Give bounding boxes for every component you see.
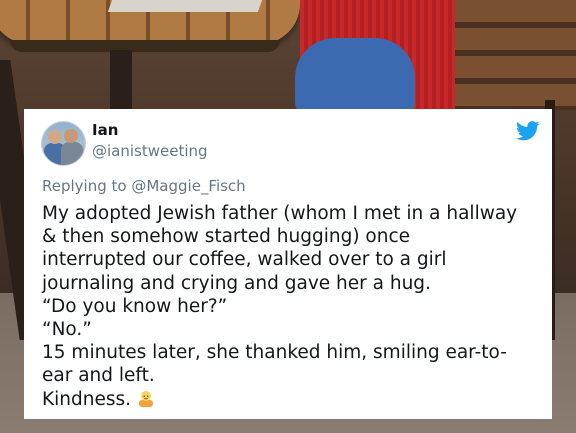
author-name[interactable]: Ian [92,121,118,139]
blue-jeans [295,38,415,113]
avatar[interactable] [42,122,85,165]
tweet-line: & then somehow started hugging) once [42,226,411,248]
tweet-line: My adopted Jewish father (whom I met in … [42,203,518,224]
tweet-body: My adopted Jewish father (whom I met in … [42,202,548,411]
table-rim [10,40,280,52]
tweet-line: journaling and crying and gave her a hug… [42,272,431,294]
tweet-line-last: Kindness. [42,388,548,411]
tweet-line: ear and left. [42,365,155,387]
tweet-line: “No.” [42,319,92,341]
tweet-card: Ian @ianistweeting Replying to @Maggie_F… [24,109,552,419]
author-handle[interactable]: @ianistweeting [92,142,208,160]
tweet-line: “Do you know her?” [42,295,228,317]
table-papers [107,0,263,12]
person-emoji [139,390,154,407]
tweet-line: interrupted our coffee, walked over to a… [42,249,447,271]
twitter-bird-icon [516,121,540,141]
wooden-chair [455,0,576,110]
tweet-line: 15 minutes later, she thanked him, smili… [42,342,507,364]
reply-mention-link[interactable]: @Maggie_Fisch [131,177,245,195]
reply-prefix: Replying to [42,177,132,195]
reply-context: Replying to @Maggie_Fisch [42,177,246,195]
tweet-line: Kindness. [42,388,132,410]
